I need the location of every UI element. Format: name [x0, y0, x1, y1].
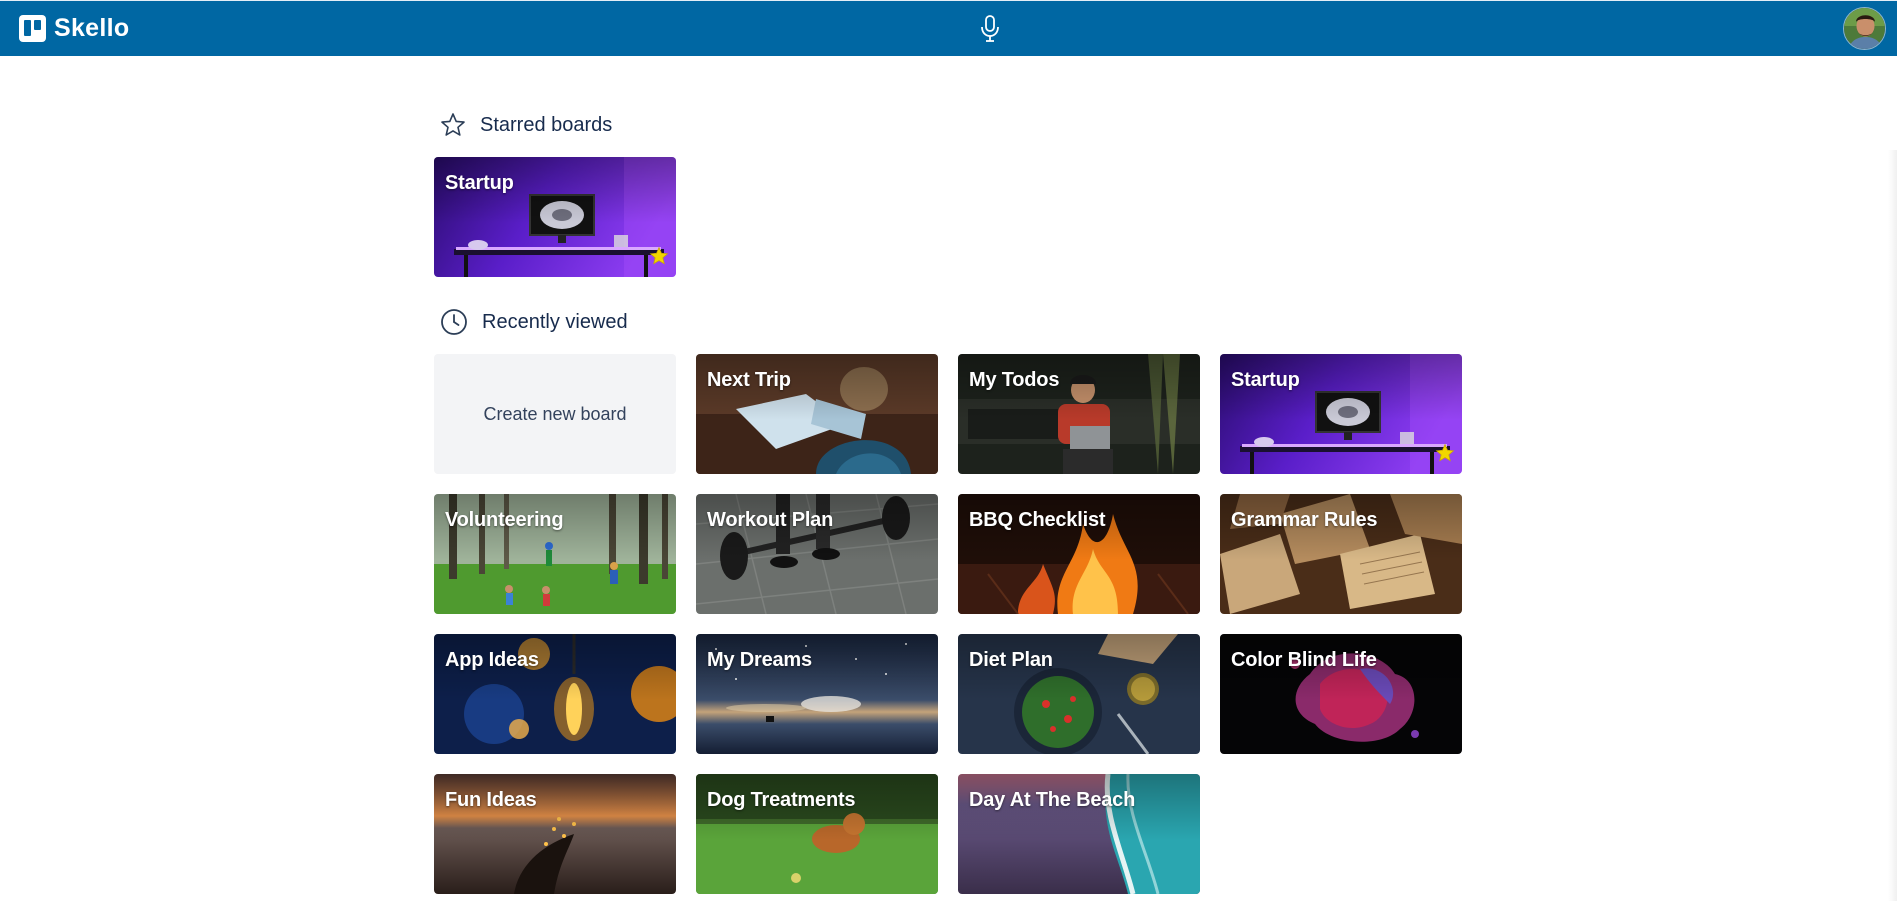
- board-title: Next Trip: [707, 369, 791, 391]
- board-tile-diet-plan[interactable]: Diet Plan: [958, 634, 1200, 754]
- board-title: My Dreams: [707, 649, 812, 671]
- board-tile-workout-plan[interactable]: Workout Plan: [696, 494, 938, 614]
- top-navigation-bar: Skello: [0, 0, 1897, 56]
- create-new-board-button[interactable]: Create new board: [434, 354, 676, 474]
- starred-boards-title: Starred boards: [480, 113, 613, 136]
- star-filled-icon[interactable]: [649, 246, 669, 266]
- board-title: Color Blind Life: [1231, 649, 1377, 671]
- create-board-label: Create new board: [483, 403, 627, 424]
- board-tile-startup-starred[interactable]: Startup: [434, 157, 676, 277]
- home-logo-link[interactable]: Skello: [19, 14, 129, 43]
- board-tile-bbq-checklist[interactable]: BBQ Checklist: [958, 494, 1200, 614]
- board-tile-grammar-rules[interactable]: Grammar Rules: [1220, 494, 1462, 614]
- star-outline-icon: [441, 113, 465, 136]
- board-title: Volunteering: [445, 509, 564, 531]
- board-tile-dog-treatments[interactable]: Dog Treatments: [696, 774, 938, 894]
- board-title: Fun Ideas: [445, 789, 537, 811]
- recently-viewed-header: Recently viewed: [440, 308, 628, 336]
- board-title: Workout Plan: [707, 509, 834, 531]
- board-title: Day At The Beach: [969, 789, 1136, 811]
- app-name: Skello: [54, 14, 130, 42]
- board-tile-color-blind-life[interactable]: Color Blind Life: [1220, 634, 1462, 754]
- recently-viewed-title: Recently viewed: [482, 310, 628, 333]
- user-avatar[interactable]: [1843, 7, 1886, 50]
- board-title: Startup: [445, 172, 514, 194]
- board-title: Startup: [1231, 369, 1300, 391]
- microphone-icon[interactable]: [978, 14, 1002, 44]
- board-tile-app-ideas[interactable]: App Ideas: [434, 634, 676, 754]
- page-scroll-edge: [1888, 150, 1897, 901]
- board-title: Dog Treatments: [707, 789, 856, 811]
- board-title: Grammar Rules: [1231, 509, 1378, 531]
- board-title: BBQ Checklist: [969, 509, 1106, 531]
- board-tile-fun-ideas[interactable]: Fun Ideas: [434, 774, 676, 894]
- board-tile-my-dreams[interactable]: My Dreams: [696, 634, 938, 754]
- star-filled-icon[interactable]: [1435, 443, 1455, 463]
- board-logo-icon: [19, 15, 46, 42]
- board-tile-startup[interactable]: Startup: [1220, 354, 1462, 474]
- clock-icon: [441, 309, 467, 335]
- board-tile-volunteering[interactable]: Volunteering: [434, 494, 676, 614]
- board-tile-day-at-the-beach[interactable]: Day At The Beach: [958, 774, 1200, 894]
- board-title: My Todos: [969, 369, 1060, 391]
- board-tile-next-trip[interactable]: Next Trip: [696, 354, 938, 474]
- board-title: App Ideas: [445, 649, 539, 671]
- board-title: Diet Plan: [969, 649, 1053, 671]
- board-tile-my-todos[interactable]: My Todos: [958, 354, 1200, 474]
- starred-boards-header: Starred boards: [440, 112, 612, 138]
